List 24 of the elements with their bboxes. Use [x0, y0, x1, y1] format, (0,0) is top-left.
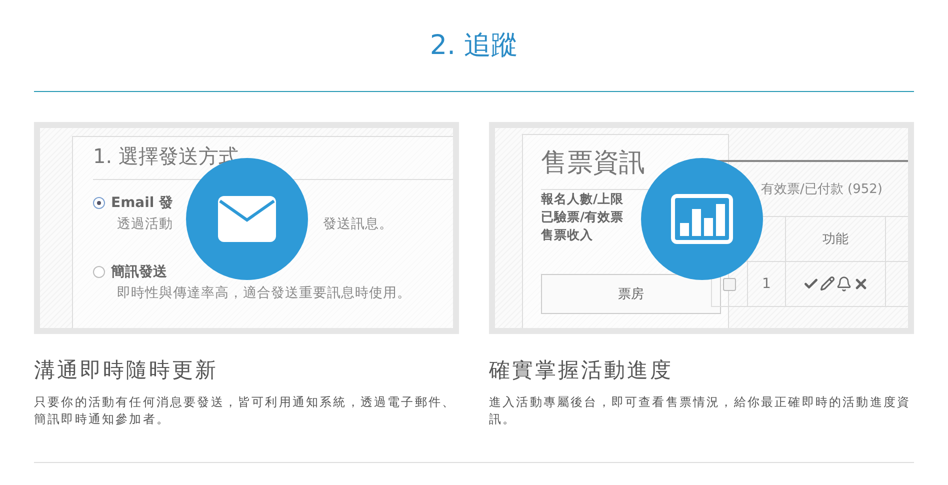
feature-description: 進入活動專屬後台，即可查看售票情況，給你最正確即時的活動進度資訊。	[489, 394, 912, 428]
section-title: 2. 追蹤	[428, 29, 520, 63]
radio-button[interactable]	[93, 197, 105, 209]
row-number: 1	[762, 276, 771, 292]
option-label: 簡訊發送	[111, 263, 167, 281]
bell-icon[interactable]	[836, 276, 852, 292]
option-description: 透過活動	[117, 215, 173, 233]
column-header: 功能	[822, 231, 848, 248]
stat-label: 報名人數/上限	[541, 190, 625, 208]
mail-icon	[218, 196, 276, 242]
feature-heading: 溝通即時隨時更新	[34, 357, 219, 384]
option-label: Email 發	[111, 194, 174, 212]
row-checkbox[interactable]	[723, 278, 736, 290]
option-description: 即時性與傳達率高，適合發送重要訊息時使用。	[117, 284, 411, 302]
feature-description: 只要你的活動有任何消息要發送，皆可利用通知系統，透過電子郵件、簡訊即時通知參加者。	[34, 394, 457, 428]
bar-chart-icon	[670, 194, 732, 244]
box-office-button[interactable]: 票房	[541, 274, 721, 314]
option-description: 發送訊息。	[323, 215, 393, 233]
summary-text: 有效票/已付款 (952)	[761, 181, 884, 198]
stat-label: 已驗票/有效票	[541, 208, 625, 226]
pencil-icon[interactable]	[820, 276, 834, 291]
stat-label: 售票收入	[541, 226, 594, 244]
radio-button[interactable]	[93, 266, 105, 278]
feature-heading: 確實掌握活動進度	[489, 357, 674, 384]
